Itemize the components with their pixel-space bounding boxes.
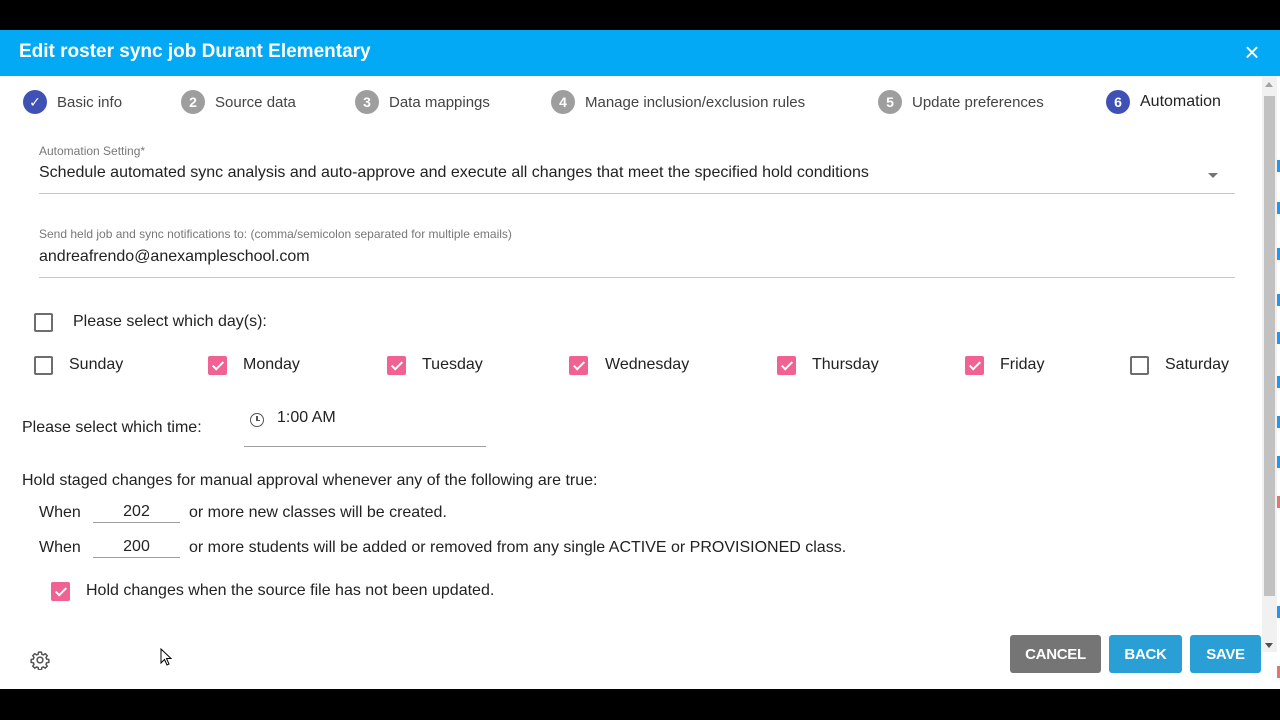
when-label: When: [39, 504, 81, 521]
hold-heading: Hold staged changes for manual approval …: [22, 472, 598, 489]
step-label: Update preferences: [912, 93, 1044, 111]
step-number: 6: [1106, 90, 1130, 114]
time-value: 1:00 AM: [277, 409, 336, 426]
step-label: Manage inclusion/exclusion rules: [585, 93, 806, 111]
students-threshold-input[interactable]: [93, 537, 180, 558]
dialog-title: Edit roster sync job Durant Elementary: [19, 41, 371, 62]
notification-email-field[interactable]: Send held job and sync notifications to:…: [39, 226, 1235, 278]
select-all-days-checkbox[interactable]: [34, 313, 53, 332]
new-classes-threshold-input[interactable]: [93, 502, 180, 523]
step-label: Basic info: [57, 93, 123, 111]
monday-checkbox[interactable]: [208, 356, 227, 375]
hold-source-not-updated-checkbox[interactable]: [51, 582, 70, 601]
scrollbar-thumb[interactable]: [1264, 96, 1275, 596]
step-update-preferences[interactable]: 5 Update preferences: [878, 90, 1044, 114]
sunday-label: Sunday: [69, 356, 124, 373]
step-label: Automation: [1140, 93, 1221, 110]
saturday-label: Saturday: [1165, 356, 1230, 373]
notification-email-value: andreafrendo@anexampleschool.com: [39, 248, 310, 265]
cancel-button[interactable]: CANCEL: [1010, 635, 1101, 673]
thursday-label: Thursday: [812, 356, 879, 373]
time-label: Please select which time:: [22, 419, 202, 436]
step-inclusion-exclusion[interactable]: 4 Manage inclusion/exclusion rules: [551, 90, 805, 114]
notification-email-label: Send held job and sync notifications to:…: [39, 227, 512, 241]
scrollbar[interactable]: [1262, 76, 1277, 652]
wednesday-checkbox[interactable]: [569, 356, 588, 375]
step-number: 3: [355, 90, 379, 114]
check-icon: ✓: [23, 90, 47, 114]
step-number: 2: [181, 90, 205, 114]
saturday-checkbox[interactable]: [1130, 356, 1149, 375]
step-number: 4: [551, 90, 575, 114]
hold-source-not-updated-label: Hold changes when the source file has no…: [86, 582, 495, 599]
step-label: Source data: [215, 93, 296, 111]
select-days-label: Please select which day(s):: [73, 313, 267, 330]
friday-checkbox[interactable]: [965, 356, 984, 375]
scroll-down-icon[interactable]: [1265, 643, 1273, 648]
step-label: Data mappings: [389, 93, 490, 111]
friday-label: Friday: [1000, 356, 1045, 373]
step-automation[interactable]: 6 Automation: [1106, 90, 1221, 114]
automation-setting-select[interactable]: Automation Setting* Schedule automated s…: [39, 142, 1235, 194]
step-number: 5: [878, 90, 902, 114]
step-source-data[interactable]: 2 Source data: [181, 90, 296, 114]
sunday-checkbox[interactable]: [34, 356, 53, 375]
when-label: When: [39, 539, 81, 556]
step-basic-info[interactable]: ✓ Basic info: [23, 90, 122, 114]
time-picker[interactable]: 1:00 AM: [244, 404, 486, 447]
thursday-checkbox[interactable]: [777, 356, 796, 375]
step-data-mappings[interactable]: 3 Data mappings: [355, 90, 490, 114]
wednesday-label: Wednesday: [605, 356, 690, 373]
monday-label: Monday: [243, 356, 300, 373]
clock-icon: [250, 413, 264, 427]
back-button[interactable]: BACK: [1109, 635, 1182, 673]
dialog-header: Edit roster sync job Durant Elementary ×: [0, 30, 1280, 76]
automation-setting-label: Automation Setting*: [39, 144, 146, 158]
close-icon[interactable]: ×: [1238, 38, 1266, 66]
save-button[interactable]: SAVE: [1190, 635, 1261, 673]
gear-icon[interactable]: [30, 650, 50, 670]
edit-roster-sync-dialog: Edit roster sync job Durant Elementary ×…: [0, 30, 1280, 689]
tuesday-checkbox[interactable]: [387, 356, 406, 375]
automation-setting-value: Schedule automated sync analysis and aut…: [39, 164, 869, 181]
students-text: or more students will be added or remove…: [189, 539, 847, 556]
mouse-cursor-icon: [160, 648, 172, 666]
tuesday-label: Tuesday: [422, 356, 483, 373]
chevron-down-icon: [1208, 173, 1218, 178]
scroll-up-icon[interactable]: [1265, 82, 1273, 87]
new-classes-text: or more new classes will be created.: [189, 504, 447, 521]
